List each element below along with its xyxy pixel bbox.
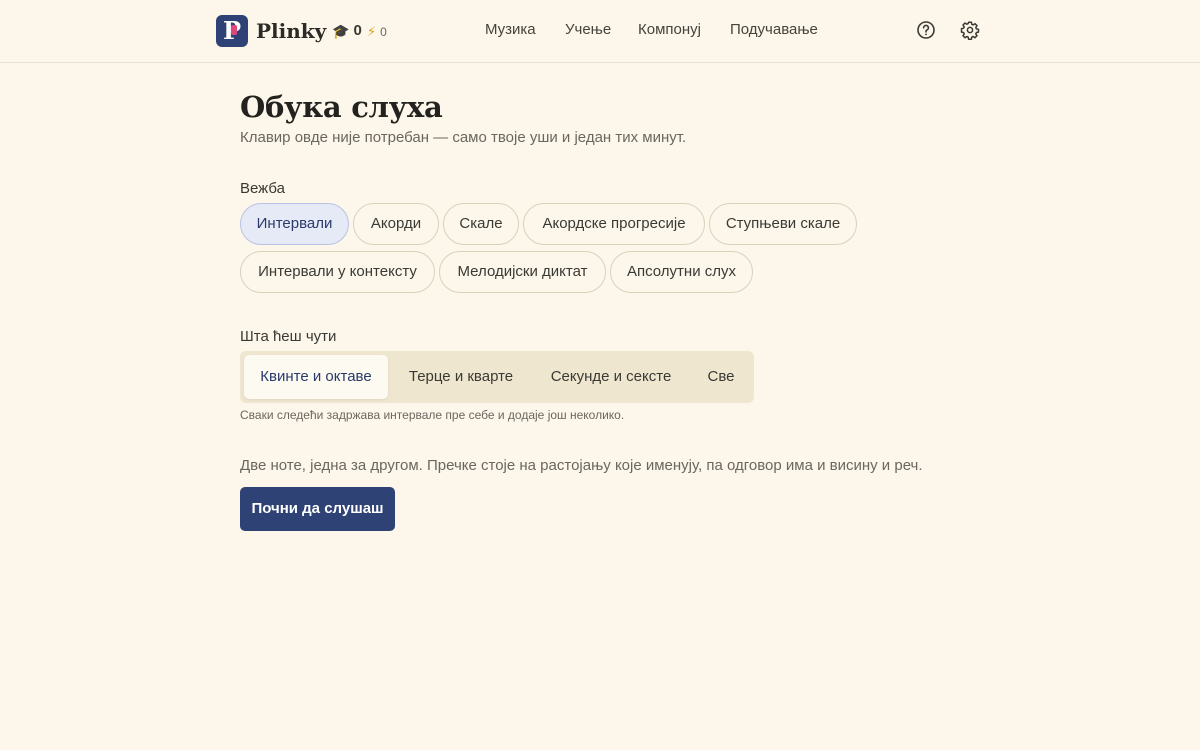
- exercise-option-intervals-in-context[interactable]: Интервали у контексту: [240, 251, 435, 293]
- hearing-option-all[interactable]: Све: [692, 355, 750, 399]
- exercise-option-melodic-dictation[interactable]: Мелодијски диктат: [439, 251, 606, 293]
- hearing-option-fifths-octaves[interactable]: Квинте и октаве: [244, 355, 388, 399]
- page-subtitle: Клавир овде није потребан — само твоје у…: [240, 129, 687, 146]
- gear-icon[interactable]: [960, 20, 980, 40]
- hearing-segmented-control: Квинте и октаве Терце и кварте Секунде и…: [240, 351, 754, 403]
- exercise-description: Две ноте, једна за другом. Пречке стоје …: [240, 457, 923, 474]
- hearing-option-seconds-sixths[interactable]: Секунде и сексте: [534, 355, 688, 399]
- energy-stat[interactable]: ⚡ 0: [367, 23, 387, 41]
- logo-icon[interactable]: P: [216, 15, 248, 47]
- page-title: Обука слуха: [240, 90, 443, 124]
- hearing-option-thirds-fourths[interactable]: Терце и кварте: [392, 355, 530, 399]
- exercise-option-chord-progressions[interactable]: Акордске прогресије: [523, 203, 705, 245]
- logo-accent: [231, 25, 237, 35]
- nav-compose[interactable]: Компонуј: [638, 21, 701, 39]
- help-circle-icon[interactable]: [916, 20, 936, 40]
- hearing-label: Шта ћеш чути: [240, 328, 337, 345]
- brand-name[interactable]: Plinky: [256, 18, 326, 44]
- lightning-icon: ⚡: [367, 24, 377, 39]
- exercise-option-absolute-pitch[interactable]: Апсолутни слух: [610, 251, 753, 293]
- graduation-count: 0: [353, 22, 362, 39]
- energy-count: 0: [380, 25, 387, 39]
- top-bar: P Plinky 🎓 0 ⚡ 0 Музика Учење Компонуј П…: [0, 0, 1200, 63]
- nav-learning[interactable]: Учење: [565, 21, 611, 39]
- nav-teaching[interactable]: Подучавање: [730, 21, 818, 39]
- hearing-hint: Сваки следећи задржава интервале пре себ…: [240, 408, 625, 422]
- nav-music[interactable]: Музика: [485, 21, 536, 39]
- exercise-option-scales[interactable]: Скале: [443, 203, 519, 245]
- start-listening-button[interactable]: Почни да слушаш: [240, 487, 395, 531]
- exercise-option-scale-degrees[interactable]: Ступњеви скале: [709, 203, 857, 245]
- exercise-label: Вежба: [240, 180, 285, 197]
- streak-stat[interactable]: 🎓 0: [332, 22, 362, 40]
- exercise-option-chords[interactable]: Акорди: [353, 203, 439, 245]
- page-header: Обука слуха Клавир овде није потребан — …: [240, 88, 960, 148]
- graduation-cap-icon: 🎓: [332, 23, 350, 39]
- exercise-option-intervals[interactable]: Интервали: [240, 203, 349, 245]
